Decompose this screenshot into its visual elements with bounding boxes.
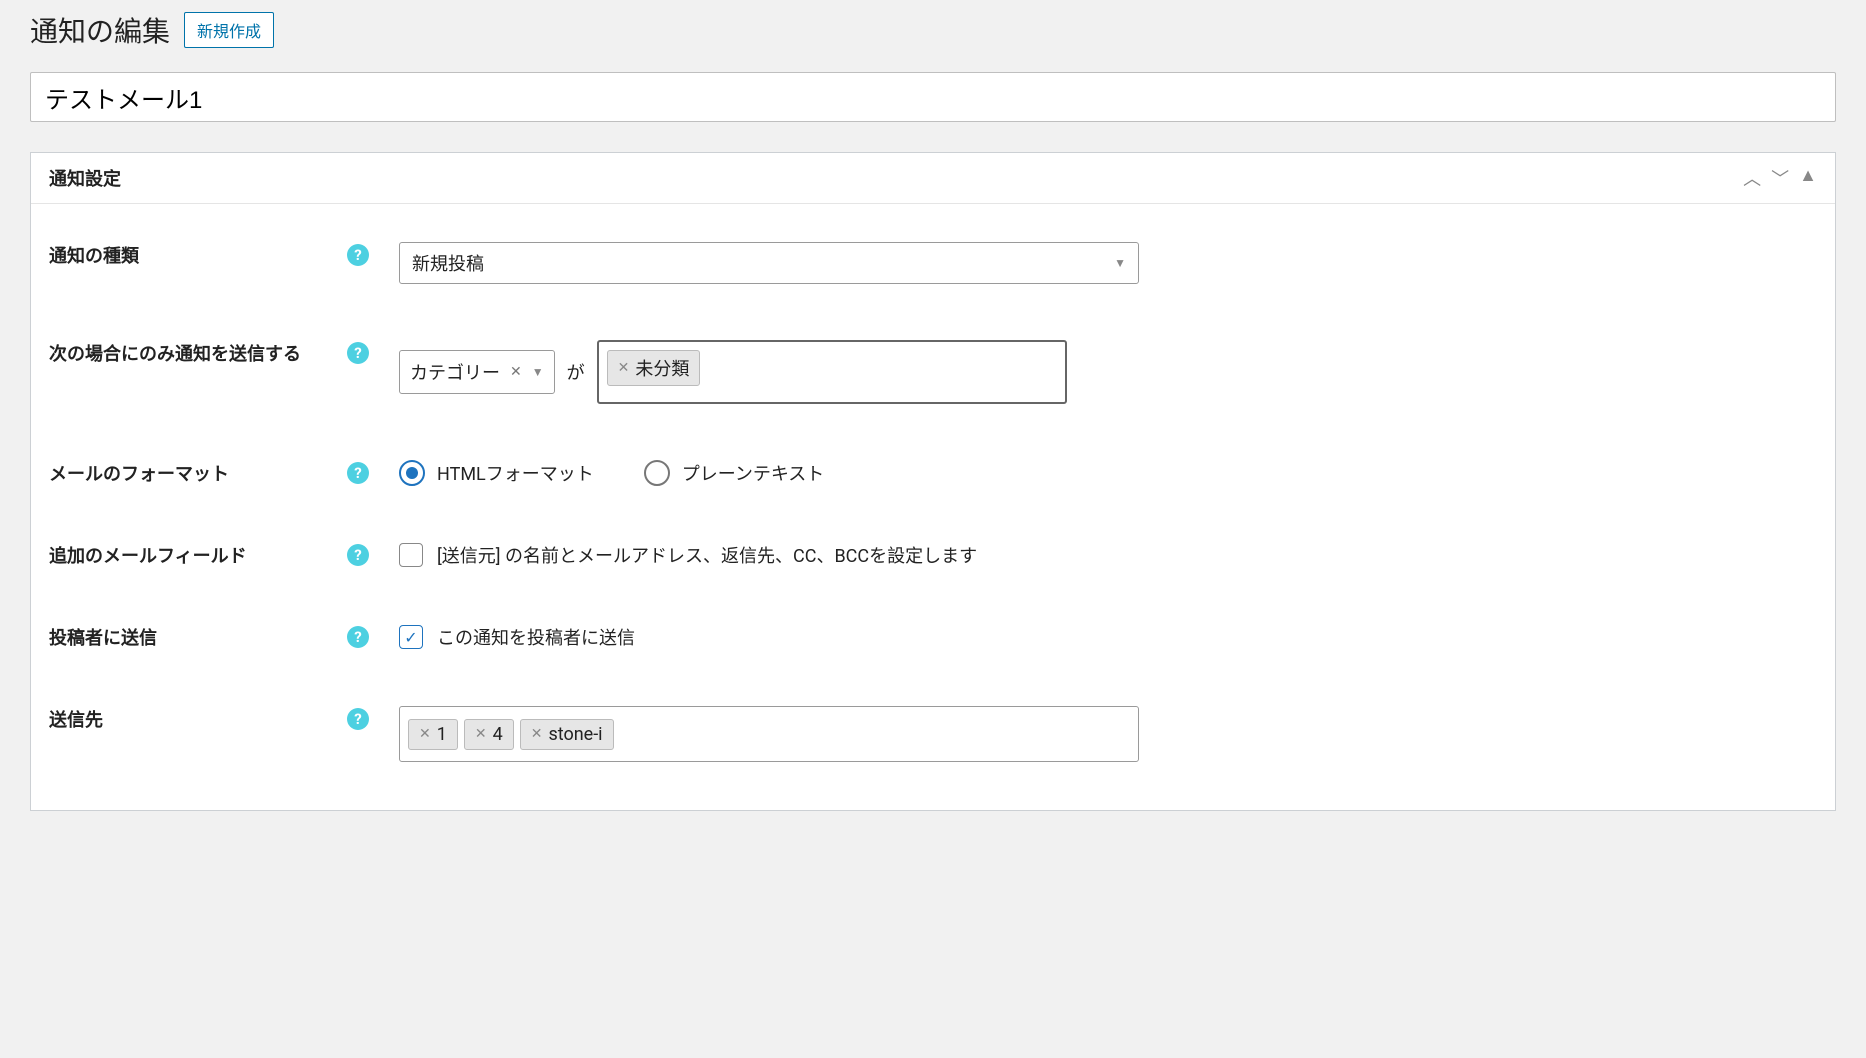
- metabox-title: 通知設定: [49, 165, 121, 191]
- label-condition: 次の場合にのみ通知を送信する: [49, 340, 301, 366]
- remove-tag-icon[interactable]: ✕: [618, 360, 630, 376]
- row-mail-format: メールのフォーマット ? HTMLフォーマット プレーンテキスト: [49, 432, 1817, 514]
- recipient-tag[interactable]: ✕ stone-i: [520, 719, 614, 750]
- caret-up-icon[interactable]: ▲: [1799, 165, 1817, 191]
- new-button[interactable]: 新規作成: [184, 12, 274, 48]
- settings-metabox: 通知設定 ︿ ﹀ ▲ 通知の種類 ? 新規投稿 ▼: [30, 152, 1836, 811]
- remove-tag-icon[interactable]: ✕: [531, 726, 543, 742]
- caret-down-icon: ▼: [532, 365, 544, 379]
- row-condition: 次の場合にのみ通知を送信する ? カテゴリー ✕ ▼ が ✕ 未分類: [49, 312, 1817, 432]
- condition-tag[interactable]: ✕ 未分類: [607, 350, 701, 386]
- checkbox-icon: ✓: [399, 625, 423, 649]
- notification-title-input[interactable]: [30, 72, 1836, 122]
- tag-label: stone-i: [548, 724, 602, 745]
- tag-label: 未分類: [635, 355, 689, 381]
- checkbox-label-text: この通知を投稿者に送信: [437, 624, 635, 650]
- page-header: 通知の編集 新規作成: [30, 10, 1836, 50]
- row-recipients: 送信先 ? ✕ 1 ✕ 4 ✕: [49, 678, 1817, 790]
- row-notification-type: 通知の種類 ? 新規投稿 ▼: [49, 214, 1817, 312]
- remove-tag-icon[interactable]: ✕: [419, 726, 431, 742]
- radio-plain-format[interactable]: プレーンテキスト: [644, 460, 825, 486]
- condition-connector: が: [567, 359, 585, 385]
- notification-type-value: 新規投稿: [412, 250, 484, 276]
- condition-filter-select[interactable]: カテゴリー ✕ ▼: [399, 350, 555, 394]
- checkbox-send-author[interactable]: ✓ この通知を投稿者に送信: [399, 624, 635, 650]
- chevron-down-icon[interactable]: ﹀: [1771, 165, 1789, 191]
- clear-icon[interactable]: ✕: [510, 364, 522, 380]
- help-icon[interactable]: ?: [347, 244, 369, 266]
- recipient-tag[interactable]: ✕ 1: [408, 719, 458, 750]
- radio-label-text: プレーンテキスト: [682, 460, 825, 486]
- help-icon[interactable]: ?: [347, 544, 369, 566]
- label-send-author: 投稿者に送信: [49, 624, 157, 650]
- checkbox-icon: [399, 543, 423, 567]
- page-title: 通知の編集: [30, 10, 170, 50]
- label-additional-fields: 追加のメールフィールド: [49, 542, 247, 568]
- tag-label: 1: [437, 724, 447, 745]
- radio-label-text: HTMLフォーマット: [437, 460, 594, 486]
- checkbox-additional-fields[interactable]: [送信元] の名前とメールアドレス、返信先、CC、BCCを設定します: [399, 542, 977, 568]
- checkbox-label-text: [送信元] の名前とメールアドレス、返信先、CC、BCCを設定します: [437, 542, 977, 568]
- recipients-tagbox[interactable]: ✕ 1 ✕ 4 ✕ stone-i: [399, 706, 1139, 762]
- row-send-author: 投稿者に送信 ? ✓ この通知を投稿者に送信: [49, 596, 1817, 678]
- label-recipients: 送信先: [49, 706, 103, 732]
- notification-type-select[interactable]: 新規投稿 ▼: [399, 242, 1139, 284]
- radio-icon: [644, 460, 670, 486]
- label-notification-type: 通知の種類: [49, 242, 139, 268]
- condition-filter-value: カテゴリー: [410, 359, 500, 385]
- recipient-tag[interactable]: ✕ 4: [464, 719, 514, 750]
- chevron-up-icon[interactable]: ︿: [1743, 165, 1761, 191]
- label-mail-format: メールのフォーマット: [49, 460, 229, 486]
- help-icon[interactable]: ?: [347, 342, 369, 364]
- row-additional-fields: 追加のメールフィールド ? [送信元] の名前とメールアドレス、返信先、CC、B…: [49, 514, 1817, 596]
- condition-value-tagbox[interactable]: ✕ 未分類: [597, 340, 1067, 404]
- tag-label: 4: [493, 724, 503, 745]
- radio-html-format[interactable]: HTMLフォーマット: [399, 460, 594, 486]
- remove-tag-icon[interactable]: ✕: [475, 726, 487, 742]
- help-icon[interactable]: ?: [347, 708, 369, 730]
- radio-icon: [399, 460, 425, 486]
- metabox-header: 通知設定 ︿ ﹀ ▲: [31, 153, 1835, 204]
- help-icon[interactable]: ?: [347, 462, 369, 484]
- caret-down-icon: ▼: [1114, 256, 1126, 270]
- help-icon[interactable]: ?: [347, 626, 369, 648]
